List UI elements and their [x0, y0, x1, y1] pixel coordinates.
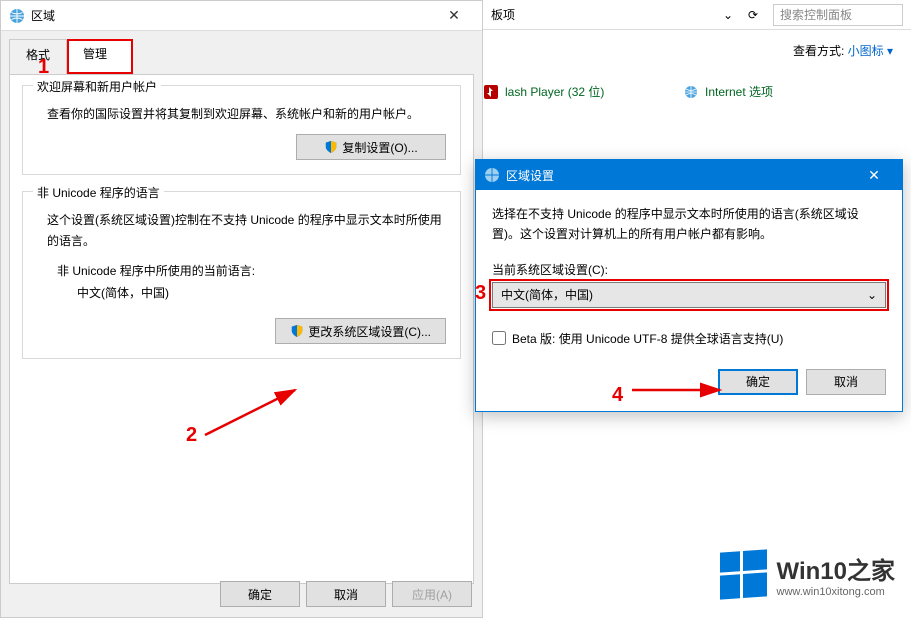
- locale-body: 选择在不支持 Unicode 的程序中显示文本时所使用的语言(系统区域设置)。这…: [476, 190, 902, 411]
- view-mode-link[interactable]: 小图标 ▾: [848, 44, 893, 58]
- ok-button[interactable]: 确定: [718, 369, 798, 395]
- cp-toolbar: 板项 ⌄ ⟳ 搜索控制面板: [483, 0, 911, 30]
- utf8-checkbox-row[interactable]: Beta 版: 使用 Unicode UTF-8 提供全球语言支持(U): [492, 330, 886, 347]
- group-desc: 这个设置(系统区域设置)控制在不支持 Unicode 的程序中显示文本时所使用的…: [37, 210, 446, 251]
- tab-format[interactable]: 格式: [9, 39, 67, 74]
- apply-button[interactable]: 应用(A): [392, 581, 472, 607]
- cp-item-label: Internet 选项: [705, 83, 773, 100]
- shield-icon: [324, 140, 338, 154]
- cp-item-internet[interactable]: Internet 选项: [683, 79, 883, 104]
- dialog-title: 区域: [31, 7, 434, 24]
- refresh-icon[interactable]: ⟳: [743, 8, 763, 22]
- dialog-button-row: 确定 取消 应用(A): [220, 581, 472, 607]
- search-input[interactable]: 搜索控制面板: [773, 4, 903, 26]
- dropdown-chevron-icon[interactable]: ⌄: [723, 8, 733, 22]
- locale-select-value: 中文(简体，中国): [501, 286, 593, 303]
- globe-icon: [484, 167, 500, 183]
- close-icon[interactable]: ✕: [854, 167, 894, 184]
- change-locale-button[interactable]: 更改系统区域设置(C)...: [275, 318, 446, 344]
- group-nonunicode: 非 Unicode 程序的语言 这个设置(系统区域设置)控制在不支持 Unico…: [22, 191, 461, 359]
- close-icon[interactable]: ✕: [434, 7, 474, 24]
- locale-button-row: 确定 取消: [492, 369, 886, 395]
- cancel-button[interactable]: 取消: [306, 581, 386, 607]
- cp-item-label: lash Player (32 位): [505, 83, 604, 100]
- locale-titlebar: 区域设置 ✕: [476, 160, 902, 190]
- group-legend: 欢迎屏幕和新用户帐户: [33, 78, 161, 95]
- button-label: 复制设置(O)...: [342, 139, 417, 156]
- utf8-checkbox[interactable]: [492, 331, 506, 345]
- locale-select-label: 当前系统区域设置(C):: [492, 261, 886, 278]
- current-lang-label: 非 Unicode 程序中所使用的当前语言:: [37, 261, 446, 283]
- region-titlebar: 区域 ✕: [1, 1, 482, 31]
- watermark: Win10之家 www.win10xitong.com: [720, 551, 895, 598]
- checkbox-label: Beta 版: 使用 Unicode UTF-8 提供全球语言支持(U): [512, 330, 783, 347]
- shield-icon: [290, 324, 304, 338]
- flash-icon: [483, 84, 499, 100]
- tab-body: 欢迎屏幕和新用户帐户 查看你的国际设置并将其复制到欢迎屏幕、系统帐户和新的用户帐…: [9, 74, 474, 584]
- tab-row: 格式 管理: [9, 39, 474, 74]
- ok-button[interactable]: 确定: [220, 581, 300, 607]
- windows-logo-icon: [720, 549, 767, 599]
- cancel-button[interactable]: 取消: [806, 369, 886, 395]
- dialog-title: 区域设置: [506, 167, 854, 184]
- locale-dialog: 区域设置 ✕ 选择在不支持 Unicode 的程序中显示文本时所使用的语言(系统…: [475, 159, 903, 412]
- globe-icon: [9, 8, 25, 24]
- watermark-brand: Win10之家: [777, 551, 895, 586]
- locale-desc: 选择在不支持 Unicode 的程序中显示文本时所使用的语言(系统区域设置)。这…: [492, 204, 886, 245]
- internet-icon: [683, 84, 699, 100]
- cp-item-grid: lash Player (32 位) Internet 选项: [483, 71, 911, 104]
- search-placeholder: 搜索控制面板: [780, 6, 852, 23]
- watermark-url: www.win10xitong.com: [777, 586, 895, 598]
- view-mode-row: 查看方式: 小图标 ▾: [483, 30, 911, 71]
- breadcrumb[interactable]: 板项: [491, 6, 713, 23]
- cp-item-flash[interactable]: lash Player (32 位): [483, 79, 683, 104]
- group-desc: 查看你的国际设置并将其复制到欢迎屏幕、系统帐户和新的用户帐户。: [37, 104, 446, 124]
- button-label: 更改系统区域设置(C)...: [308, 323, 431, 340]
- region-dialog: 区域 ✕ 格式 管理 欢迎屏幕和新用户帐户 查看你的国际设置并将其复制到欢迎屏幕…: [0, 0, 483, 618]
- locale-select[interactable]: 中文(简体，中国) ⌄: [492, 282, 886, 308]
- current-lang-value: 中文(简体，中国): [37, 283, 446, 305]
- group-legend: 非 Unicode 程序的语言: [33, 184, 164, 201]
- view-label: 查看方式:: [793, 44, 844, 58]
- chevron-down-icon: ⌄: [867, 288, 877, 302]
- copy-settings-button[interactable]: 复制设置(O)...: [296, 134, 446, 160]
- group-welcome: 欢迎屏幕和新用户帐户 查看你的国际设置并将其复制到欢迎屏幕、系统帐户和新的用户帐…: [22, 85, 461, 175]
- tab-admin[interactable]: 管理: [67, 39, 133, 74]
